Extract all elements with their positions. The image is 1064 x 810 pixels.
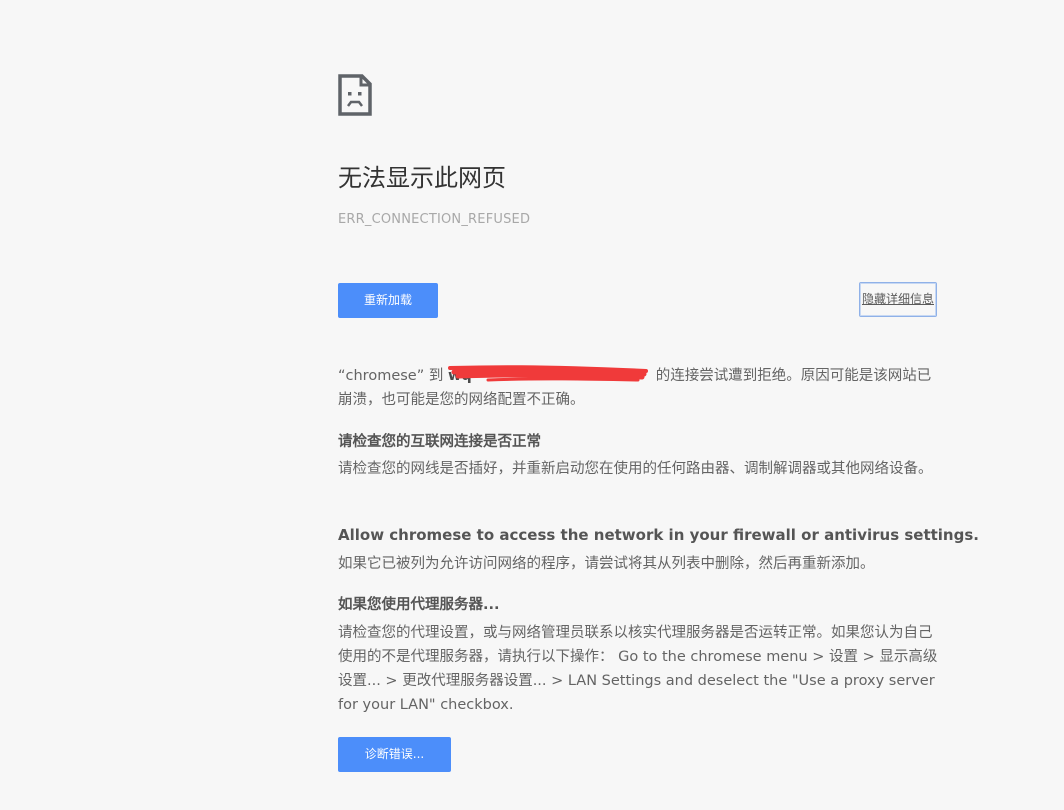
error-code: ERR_CONNECTION_REFUSED xyxy=(338,212,531,227)
reload-button[interactable]: 重新加载 xyxy=(338,283,438,318)
section-body-firewall: 如果它已被列为允许访问网络的程序，请尝试将其从列表中删除，然后再重新添加。 xyxy=(338,556,875,572)
redaction-scribble xyxy=(448,365,648,382)
page-title: 无法显示此网页 xyxy=(338,164,506,192)
hide-details-button[interactable]: 隐藏详细信息 xyxy=(859,282,937,317)
diagnose-button[interactable]: 诊断错误... xyxy=(338,737,451,772)
app-name: “chromese” xyxy=(338,368,425,384)
section-body-proxy: 请检查您的代理设置，或与网络管理员联系以核实代理服务器是否运转正常。如果您认为自… xyxy=(338,625,938,713)
section-title-proxy: 如果您使用代理服务器... xyxy=(338,597,500,613)
sad-page-icon xyxy=(338,74,372,116)
section-body-check-connection: 请检查您的网线是否插好，并重新启动您在使用的任何路由器、调制解调器或其他网络设备… xyxy=(338,461,933,477)
to-word: 到 xyxy=(424,368,448,384)
section-title-check-connection: 请检查您的互联网连接是否正常 xyxy=(338,434,541,450)
error-page: 无法显示此网页 ERR_CONNECTION_REFUSED 重新加载 隐藏详细… xyxy=(0,0,1064,810)
section-title-firewall: Allow chromese to access the network in … xyxy=(338,526,979,544)
